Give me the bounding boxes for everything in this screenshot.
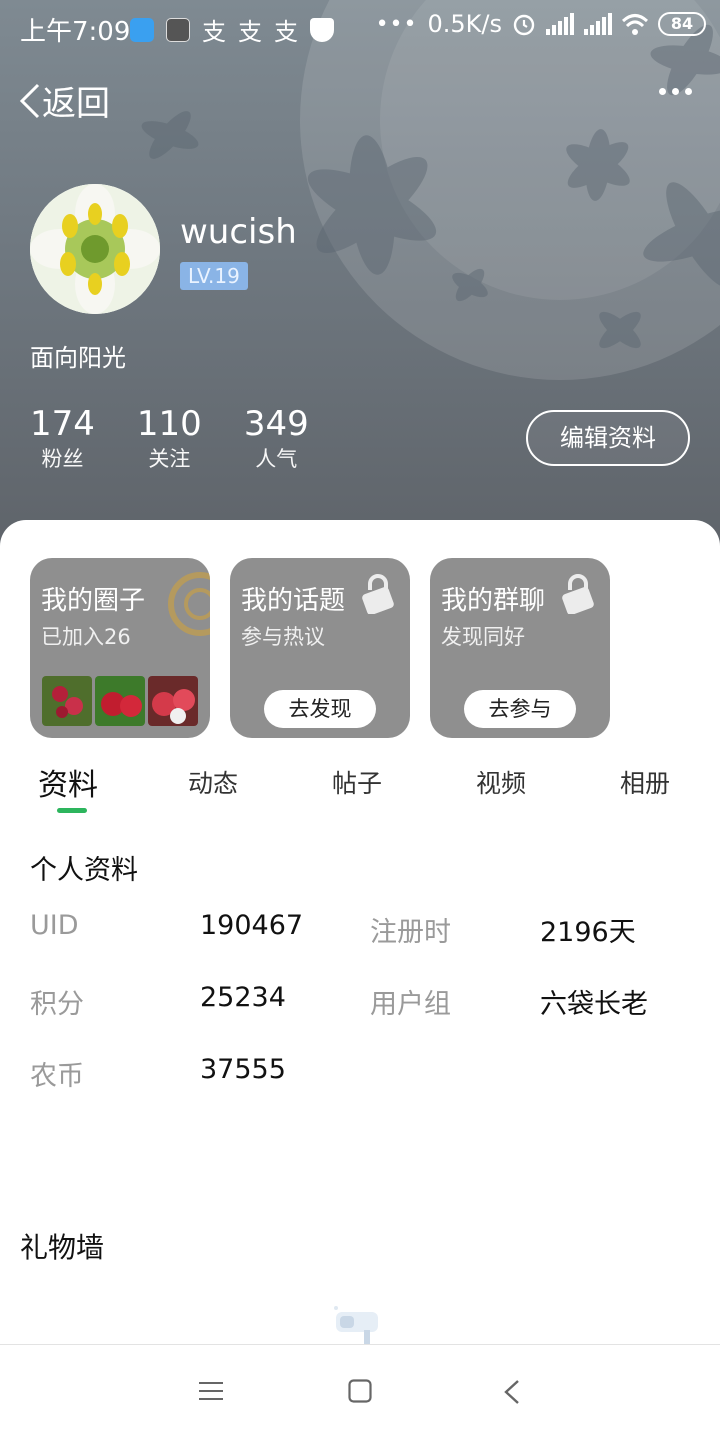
active-tab-indicator [57,808,87,813]
info-label: UID [30,910,79,941]
stat-number: 349 [243,404,309,444]
tab-posts[interactable]: 帖子 [332,764,382,800]
profile-content: 我的圈子 已加入26 我的话题 参与热议 去发现 我的群聊 发现同好 去参与 资… [0,520,720,1344]
join-button[interactable]: 去参与 [464,690,576,728]
stat-label: 人气 [255,447,298,471]
card-my-topics[interactable]: 我的话题 参与热议 去发现 [230,558,410,738]
section-title: 个人资料 [30,855,138,886]
flower-avatar-image [30,184,160,314]
edit-profile-button[interactable]: 编辑资料 [526,410,690,466]
blue-app-icon [130,17,154,42]
circle-decoration [184,588,210,620]
signal-icon [546,13,574,35]
status-time: 上午7:09 [20,17,131,47]
more-notifications-icon: ••• [375,11,418,37]
info-row: 积分 25234 用户组 六袋长老 [0,982,720,1022]
tab-videos[interactable]: 视频 [476,764,526,800]
more-dots-icon[interactable] [659,88,692,95]
info-label: 农币 [30,1061,84,1092]
card-subtitle: 参与热议 [241,625,325,649]
info-value: 25234 [200,982,286,1013]
tab-activity[interactable]: 动态 [188,764,238,800]
stat-number: 174 [30,404,95,444]
feature-cards: 我的圈子 已加入26 我的话题 参与热议 去发现 我的群聊 发现同好 去参与 [30,558,610,738]
level-badge: LV.19 [180,262,248,290]
stat-label: 关注 [148,447,191,471]
lock-icon [362,574,394,614]
circle-thumbnail[interactable] [148,676,198,726]
alipay-icon: 支 [202,18,226,46]
back-button[interactable]: 返回 [18,76,110,125]
chevron-left-icon [19,83,40,118]
stats-row: 174 粉丝 110 关注 349 人气 [30,404,309,474]
card-title: 我的话题 [241,586,346,616]
tab-profile[interactable]: 资料 [38,760,98,804]
circle-thumbnails [42,676,198,726]
stat-label: 粉丝 [41,447,84,471]
mailbox-icon [334,1306,378,1344]
info-row: 农币 37555 [0,1054,720,1094]
stat-followers[interactable]: 174 粉丝 [30,404,95,474]
info-value: 六袋长老 [540,989,648,1020]
signal-icon [584,13,612,35]
avatar[interactable] [30,184,160,314]
info-label: 用户组 [370,989,451,1020]
info-row: UID 190467 注册时 2196天 [0,910,720,950]
circle-thumbnail[interactable] [95,676,145,726]
discover-button[interactable]: 去发现 [264,690,376,728]
card-my-circles[interactable]: 我的圈子 已加入26 [30,558,210,738]
info-label: 积分 [30,989,84,1020]
card-my-groups[interactable]: 我的群聊 发现同好 去参与 [430,558,610,738]
signature: 面向阳光 [30,344,126,372]
network-speed: 0.5K/s [427,10,503,38]
status-bar: 上午7:09 支 支 支 ••• 0.5K/s 84 [0,0,720,52]
home-icon[interactable] [348,1379,372,1403]
stat-number: 110 [136,404,202,444]
status-right: ••• 0.5K/s 84 [376,10,706,38]
stat-popularity[interactable]: 349 人气 [244,404,309,474]
alipay-icon: 支 [274,18,298,46]
system-navigation-bar [0,1344,720,1440]
info-value: 190467 [200,910,304,941]
lock-icon [562,574,594,614]
info-value: 37555 [200,1054,286,1085]
card-title: 我的群聊 [441,586,546,616]
card-subtitle: 发现同好 [441,625,525,649]
security-shield-icon [310,17,334,42]
info-value: 2196天 [540,917,636,948]
profile-header: 上午7:09 支 支 支 ••• 0.5K/s 84 返回 wucish LV.… [0,0,720,560]
circle-thumbnail[interactable] [42,676,92,726]
profile-tabs: 资料 动态 帖子 视频 相册 [0,760,720,820]
wifi-icon [622,14,648,35]
back-icon[interactable] [502,1379,522,1405]
notification-icons: 支 支 支 [130,12,334,47]
username: wucish [180,212,297,252]
stat-following[interactable]: 110 关注 [137,404,202,474]
mi-app-icon [166,17,190,42]
alipay-icon: 支 [238,18,262,46]
battery-indicator: 84 [658,12,706,36]
back-label: 返回 [42,84,110,124]
gift-wall-title: 礼物墙 [20,1231,105,1264]
menu-icon[interactable] [199,1379,223,1403]
card-subtitle: 已加入26 [41,625,131,649]
info-label: 注册时 [370,917,451,948]
alarm-icon [513,14,535,36]
tab-albums[interactable]: 相册 [620,764,670,800]
card-title: 我的圈子 [41,586,146,616]
